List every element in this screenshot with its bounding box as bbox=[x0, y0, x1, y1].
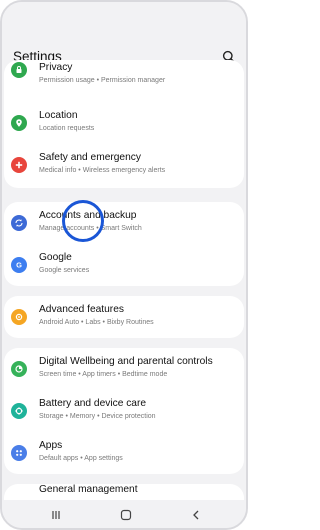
device-care-icon bbox=[11, 403, 27, 419]
card-accounts-group: Accounts and backup Manage accounts • Sm… bbox=[4, 202, 244, 286]
settings-item-privacy[interactable]: Privacy Permission usage • Permission ma… bbox=[4, 60, 244, 102]
row-title: Battery and device care bbox=[39, 398, 147, 409]
star-gear-icon bbox=[11, 309, 27, 325]
svg-text:G: G bbox=[16, 261, 22, 270]
phone-screen: Settings Privacy Permission usage • Perm… bbox=[0, 0, 248, 530]
card-device-group: Digital Wellbeing and parental controls … bbox=[4, 348, 244, 474]
row-title: Privacy bbox=[39, 62, 73, 73]
safety-icon bbox=[11, 157, 27, 173]
home-icon[interactable] bbox=[120, 508, 132, 521]
location-pin-icon bbox=[11, 115, 27, 131]
row-subtitle: Default apps • App settings bbox=[39, 455, 123, 462]
row-subtitle: Google services bbox=[39, 267, 90, 274]
google-icon: G bbox=[11, 257, 27, 273]
row-subtitle: Permission usage • Permission manager bbox=[39, 77, 166, 84]
settings-item-advanced-features[interactable]: Advanced features Android Auto • Labs • … bbox=[4, 296, 244, 338]
touch-indicator bbox=[62, 200, 104, 242]
privacy-icon bbox=[11, 62, 27, 78]
apps-grid-icon bbox=[11, 445, 27, 461]
row-title: Google bbox=[39, 252, 72, 263]
row-subtitle: Storage • Memory • Device protection bbox=[39, 413, 156, 420]
sync-icon bbox=[11, 215, 27, 231]
wellbeing-icon bbox=[11, 361, 27, 377]
row-title: Digital Wellbeing and parental controls bbox=[39, 356, 213, 367]
row-title: Safety and emergency bbox=[39, 152, 141, 163]
row-subtitle: Location requests bbox=[39, 125, 95, 132]
row-title: Location bbox=[39, 110, 78, 121]
row-subtitle: Medical info • Wireless emergency alerts bbox=[39, 167, 166, 174]
card-advanced-group: Advanced features Android Auto • Labs • … bbox=[4, 296, 244, 338]
back-icon[interactable] bbox=[190, 508, 202, 520]
settings-item-battery-device-care[interactable]: Battery and device care Storage • Memory… bbox=[4, 390, 244, 432]
card-privacy-group: Privacy Permission usage • Permission ma… bbox=[4, 60, 244, 188]
row-title: General management bbox=[39, 484, 138, 495]
navigation-bar bbox=[2, 500, 246, 528]
settings-item-accounts-backup[interactable]: Accounts and backup Manage accounts • Sm… bbox=[4, 202, 244, 244]
row-subtitle: Screen time • App timers • Bedtime mode bbox=[39, 371, 168, 378]
row-title: Apps bbox=[39, 440, 63, 451]
row-title: Advanced features bbox=[39, 304, 124, 315]
row-subtitle: Android Auto • Labs • Bixby Routines bbox=[39, 319, 154, 326]
settings-item-digital-wellbeing[interactable]: Digital Wellbeing and parental controls … bbox=[4, 348, 244, 390]
recents-icon[interactable] bbox=[50, 508, 62, 520]
settings-item-google[interactable]: G Google Google services bbox=[4, 244, 244, 286]
settings-item-safety[interactable]: Safety and emergency Medical info • Wire… bbox=[4, 144, 244, 186]
settings-item-apps[interactable]: Apps Default apps • App settings bbox=[4, 432, 244, 474]
settings-item-location[interactable]: Location Location requests bbox=[4, 102, 244, 144]
